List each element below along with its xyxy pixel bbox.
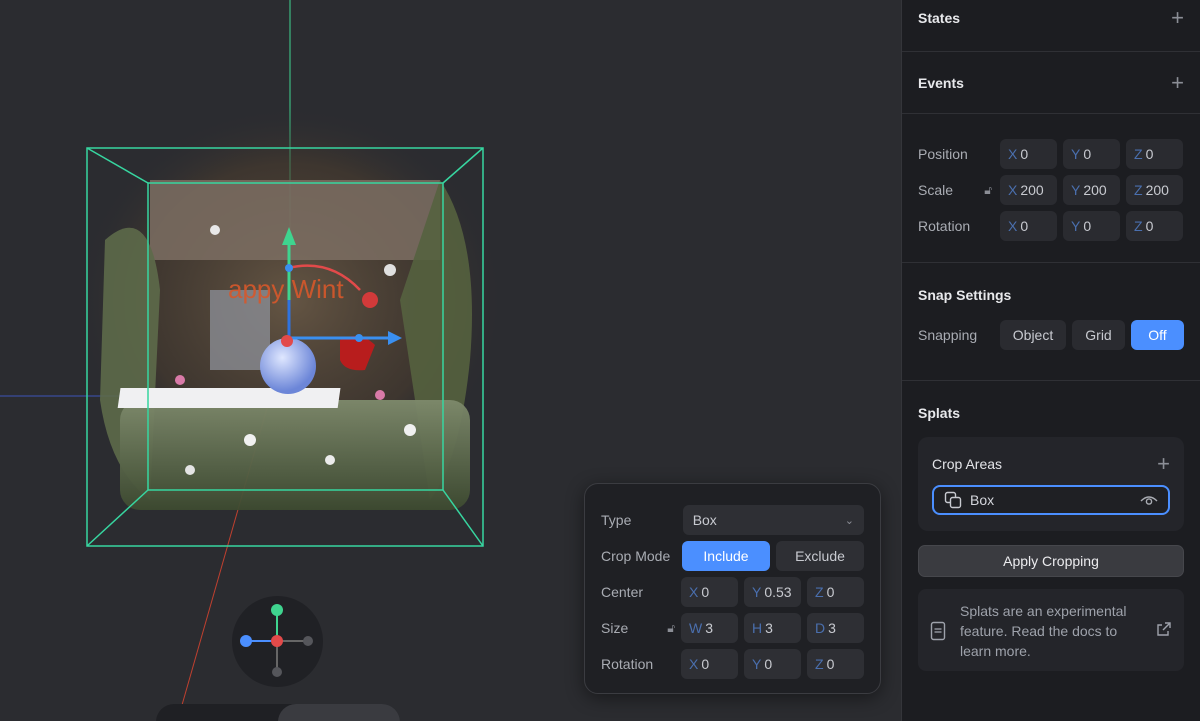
- rotation-z-input[interactable]: Z0: [1126, 211, 1183, 241]
- crop-mode-label: Crop Mode: [601, 548, 671, 564]
- crop-size-w-input[interactable]: W3: [681, 613, 738, 643]
- snap-grid-button[interactable]: Grid: [1072, 320, 1125, 350]
- view-orientation-gizmo[interactable]: [232, 596, 323, 687]
- scale-row: Scale 🔓︎ X 200 Y 200 Z 200: [918, 172, 1184, 208]
- crop-size-d-input[interactable]: D3: [807, 613, 864, 643]
- rotation-y-input[interactable]: Y0: [1063, 211, 1120, 241]
- position-z-input[interactable]: Z0: [1126, 139, 1183, 169]
- lock-icon[interactable]: 🔓︎: [667, 621, 675, 636]
- add-state-plus-icon[interactable]: +: [1171, 7, 1184, 29]
- crop-area-name: Box: [970, 492, 995, 508]
- crop-center-x-input[interactable]: X0: [681, 577, 738, 607]
- snap-off-button[interactable]: Off: [1131, 320, 1184, 350]
- crop-area-item-box[interactable]: Box: [932, 485, 1170, 515]
- snap-object-button[interactable]: Object: [1000, 320, 1066, 350]
- crop-type-value: Box: [692, 512, 717, 528]
- crop-rotation-z-input[interactable]: Z0: [807, 649, 864, 679]
- gizmo-y-dot: [271, 604, 283, 616]
- crop-rotation-x-input[interactable]: X0: [681, 649, 738, 679]
- snapping-row: Snapping Object Grid Off: [918, 317, 1184, 353]
- view-mode-tabs: [156, 704, 400, 721]
- crop-rotation-row: Rotation X0 Y0 Z0: [601, 646, 864, 682]
- crop-type-select[interactable]: Box ⌄: [682, 505, 864, 535]
- position-label: Position: [918, 146, 968, 162]
- crop-type-label: Type: [601, 512, 632, 528]
- states-title: States: [918, 10, 961, 26]
- events-title: Events: [918, 75, 964, 91]
- crop-center-row: Center X0 Y 0.53 Z0: [601, 574, 864, 610]
- splats-section: Splats Crop Areas + Box Apply Cropping S…: [902, 381, 1200, 697]
- svg-text:appy Wint: appy Wint: [228, 274, 344, 304]
- crop-areas-card: Crop Areas + Box: [918, 437, 1184, 531]
- lock-icon[interactable]: 🔓︎: [984, 183, 992, 198]
- properties-sidebar: States + Events + Position X0 Y0 Z0 Scal…: [901, 0, 1200, 721]
- scale-label: Scale: [918, 182, 954, 198]
- 3d-viewport[interactable]: appy Wint Type Box ⌄ Crop Mode Include E…: [0, 0, 902, 721]
- splats-title: Splats: [918, 405, 961, 421]
- crop-mode-row: Crop Mode Include Exclude: [601, 538, 864, 574]
- crop-size-label: Size: [601, 620, 629, 636]
- rotation-row: Rotation X0 Y0 Z0: [918, 208, 1184, 244]
- position-row: Position X0 Y0 Z0: [918, 136, 1184, 172]
- crop-mode-include-button[interactable]: Include: [682, 541, 770, 571]
- crop-center-z-input[interactable]: Z0: [807, 577, 864, 607]
- crop-settings-panel: Type Box ⌄ Crop Mode Include Exclude Cen…: [584, 483, 881, 694]
- gizmo-neg-x-dot: [303, 636, 313, 646]
- crop-size-h-input[interactable]: H3: [744, 613, 801, 643]
- crop-rotation-label: Rotation: [601, 656, 654, 672]
- rotation-x-input[interactable]: X0: [1000, 211, 1057, 241]
- apply-cropping-button[interactable]: Apply Cropping: [918, 545, 1184, 577]
- tab-perspective[interactable]: [278, 704, 400, 721]
- crop-mode-exclude-button[interactable]: Exclude: [776, 541, 864, 571]
- scale-z-input[interactable]: Z 200: [1126, 175, 1183, 205]
- crop-type-row: Type Box ⌄: [601, 502, 864, 538]
- add-crop-area-plus-icon[interactable]: +: [1157, 453, 1170, 475]
- crop-size-row: Size 🔓︎ W3 H3 D3: [601, 610, 864, 646]
- transform-section: Position X0 Y0 Z0 Scale 🔓︎ X 200 Y 200 Z 20…: [902, 114, 1200, 263]
- chevron-down-icon: ⌄: [844, 514, 854, 527]
- scale-x-input[interactable]: X 200: [1000, 175, 1057, 205]
- snapping-label: Snapping: [918, 327, 978, 343]
- snap-settings-title: Snap Settings: [918, 287, 1012, 303]
- crop-rotation-y-input[interactable]: Y0: [744, 649, 801, 679]
- crop-center-label: Center: [601, 584, 644, 600]
- gizmo-z-dot: [240, 635, 252, 647]
- snap-settings-section: Snap Settings Snapping Object Grid Off: [902, 263, 1200, 381]
- crop-box-icon: [944, 491, 962, 509]
- external-link-icon[interactable]: [1156, 621, 1172, 637]
- crop-areas-title: Crop Areas: [932, 456, 1003, 472]
- eye-icon[interactable]: [1140, 493, 1158, 507]
- scale-y-input[interactable]: Y 200: [1063, 175, 1120, 205]
- add-event-plus-icon[interactable]: +: [1171, 72, 1184, 94]
- events-section: Events +: [902, 52, 1200, 114]
- gizmo-neg-y-dot: [272, 667, 282, 677]
- tab-orthographic[interactable]: [156, 704, 278, 721]
- gizmo-x-dot: [271, 635, 283, 647]
- splats-info-text: Splats are an experimental feature. Read…: [960, 603, 1127, 659]
- rotation-label: Rotation: [918, 218, 971, 234]
- position-y-input[interactable]: Y0: [1063, 139, 1120, 169]
- splats-info-card: Splats are an experimental feature. Read…: [918, 589, 1184, 671]
- states-section: States +: [902, 0, 1200, 52]
- position-x-input[interactable]: X0: [1000, 139, 1057, 169]
- crop-center-y-input[interactable]: Y 0.53: [744, 577, 801, 607]
- document-icon: [930, 621, 946, 641]
